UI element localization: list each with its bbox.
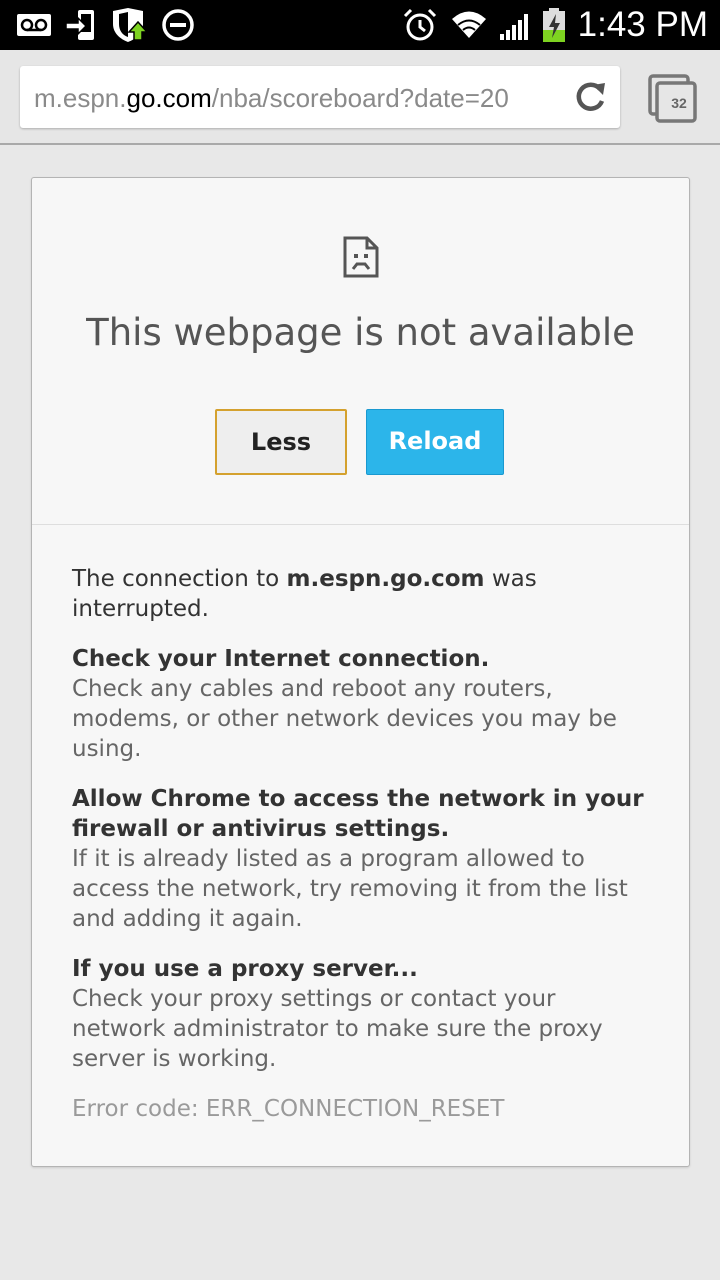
tip-internet-heading: Check your Internet connection.: [72, 646, 490, 672]
tip-internet-body: Check any cables and reboot any routers,…: [72, 676, 617, 762]
browser-toolbar: m.espn.go.com/nba/scoreboard?date=20 32: [0, 50, 720, 145]
wifi-icon: [452, 11, 486, 38]
sim-transfer-icon: [65, 10, 94, 40]
tab-count: 32: [671, 95, 687, 111]
tip-firewall-heading: Allow Chrome to access the network in yo…: [72, 786, 644, 842]
tip-proxy-body: Check your proxy settings or contact you…: [72, 986, 603, 1072]
intro-host: m.espn.go.com: [286, 566, 485, 592]
tip-firewall-body: If it is already listed as a program all…: [72, 846, 628, 932]
url-domain: go.com: [126, 83, 212, 113]
tip-firewall: Allow Chrome to access the network in yo…: [72, 784, 652, 934]
error-title: This webpage is not available: [86, 311, 635, 354]
tip-proxy: If you use a proxy server... Check your …: [72, 954, 652, 1074]
address-bar[interactable]: m.espn.go.com/nba/scoreboard?date=20: [20, 66, 620, 128]
voicemail-icon: [17, 14, 51, 36]
url-text[interactable]: m.espn.go.com/nba/scoreboard?date=20: [34, 80, 562, 116]
error-details: The connection to m.espn.go.com was inte…: [72, 564, 652, 1144]
error-code: Error code: ERR_CONNECTION_RESET: [72, 1096, 505, 1122]
alarm-icon: [403, 8, 437, 41]
error-intro: The connection to m.espn.go.com was inte…: [72, 564, 652, 624]
tip-proxy-heading: If you use a proxy server...: [72, 956, 418, 982]
sad-page-icon: [343, 236, 379, 278]
shield-update-icon: [113, 8, 149, 42]
tip-internet: Check your Internet connection. Check an…: [72, 644, 652, 764]
reload-button[interactable]: Reload: [366, 409, 504, 475]
url-path: /nba/scoreboard?date=20: [211, 83, 509, 113]
status-time: 1:43 PM: [577, 5, 708, 44]
divider: [32, 524, 689, 525]
status-bar: 1:43 PM: [0, 0, 720, 50]
url-domain-prefix: m.espn.: [34, 83, 127, 113]
less-button[interactable]: Less: [215, 409, 347, 475]
do-not-disturb-icon: [162, 9, 194, 41]
error-card: This webpage is not available Less Reloa…: [31, 177, 690, 1167]
battery-charging-icon: [543, 8, 565, 42]
intro-before: The connection to: [72, 566, 287, 592]
reload-icon[interactable]: [572, 79, 608, 115]
signal-icon: [500, 14, 528, 40]
